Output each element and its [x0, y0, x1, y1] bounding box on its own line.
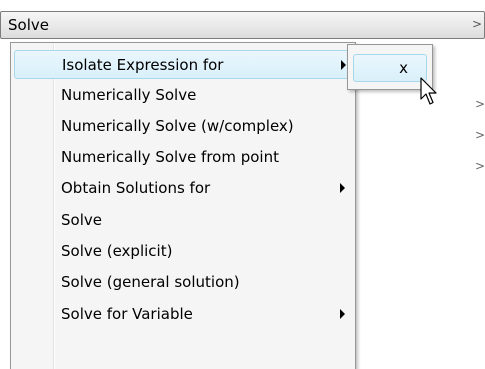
solve-menu-item[interactable]: Solve > — [0, 11, 485, 39]
menu-item-label: Numerically Solve from point — [61, 148, 279, 166]
background-submenu-arrow-icon: > — [475, 159, 485, 173]
menu-item-solve-explicit[interactable]: Solve (explicit) — [14, 237, 352, 266]
arrow-cursor-icon — [420, 77, 437, 105]
menu-item-solve[interactable]: Solve — [14, 206, 352, 235]
submenu-arrow-icon — [340, 309, 345, 319]
menu-item-solve-general-solution[interactable]: Solve (general solution) — [14, 268, 352, 297]
menu-item-label: Solve — [61, 211, 102, 229]
menu-item-isolate-expression-for[interactable]: Isolate Expression for — [14, 50, 352, 79]
context-menu-screen: Solve > > > > Isolate Expression for Num… — [0, 0, 485, 369]
menu-item-numerically-solve-from-point[interactable]: Numerically Solve from point — [14, 143, 352, 172]
menu-item-solve-for-variable[interactable]: Solve for Variable — [14, 300, 352, 329]
submenu-arrow-icon — [341, 60, 346, 70]
background-submenu-arrow-icon: > — [475, 128, 485, 142]
solve-submenu: Isolate Expression for Numerically Solve… — [10, 42, 356, 369]
background-submenu-arrow-icon: > — [475, 97, 485, 111]
menu-item-label: Solve (explicit) — [61, 242, 173, 260]
menu-item-numerically-solve[interactable]: Numerically Solve — [14, 81, 352, 110]
submenu-arrow-icon: > — [471, 17, 482, 31]
solve-menu-label: Solve — [8, 16, 49, 34]
menu-item-label: Obtain Solutions for — [61, 179, 211, 197]
menu-item-label: x — [399, 59, 408, 77]
menu-item-variable-x[interactable]: x — [353, 54, 427, 82]
menu-item-label: Numerically Solve — [61, 86, 197, 104]
menu-item-label: Numerically Solve (w/complex) — [61, 117, 294, 135]
menu-item-label: Solve for Variable — [61, 305, 193, 323]
menu-item-label: Solve (general solution) — [61, 273, 240, 291]
menu-item-numerically-solve-complex[interactable]: Numerically Solve (w/complex) — [14, 112, 352, 141]
submenu-arrow-icon — [340, 183, 345, 193]
menu-item-label: Isolate Expression for — [62, 56, 224, 74]
menu-item-obtain-solutions-for[interactable]: Obtain Solutions for — [14, 174, 352, 203]
